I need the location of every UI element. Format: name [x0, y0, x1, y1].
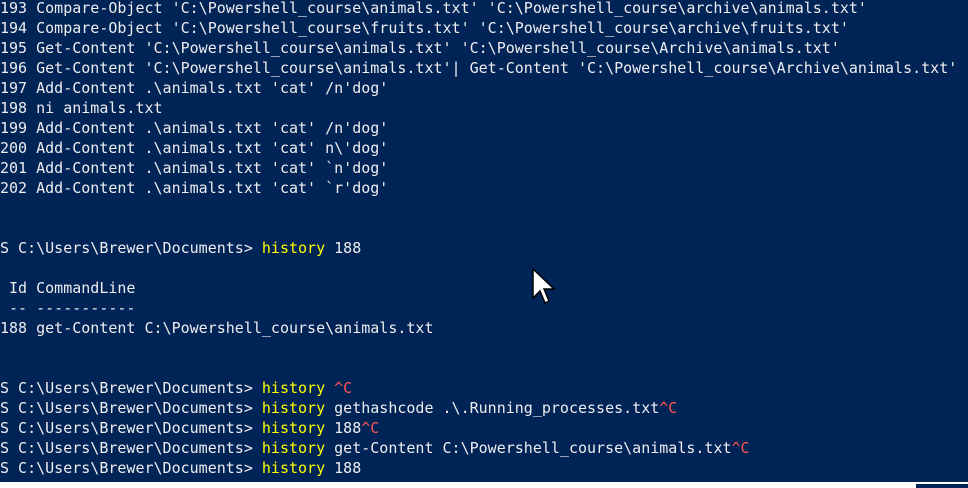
history-line-197: 197 Add-Content .\animals.txt 'cat' /n'd…	[0, 78, 968, 98]
history-line-198: 198 ni animals.txt	[0, 98, 968, 118]
history-id: 200	[0, 139, 28, 157]
history-line-200: 200 Add-Content .\animals.txt 'cat' n\'d…	[0, 138, 968, 158]
command-argument: gethashcode .\.Running_processes.txt	[325, 399, 660, 417]
command-argument: 188	[325, 419, 362, 437]
history-id: 201	[0, 159, 28, 177]
ctrl-c-marker: ^C	[731, 439, 750, 457]
history-command: Add-Content .\animals.txt 'cat' n\'dog'	[36, 139, 389, 157]
history-keyword: history	[261, 459, 326, 477]
history-id: 202	[0, 179, 28, 197]
powershell-console[interactable]: 193 Compare-Object 'C:\Powershell_course…	[0, 0, 968, 488]
table-row: 188 get-Content C:\Powershell_course\ani…	[0, 319, 434, 337]
history-id: 196	[0, 59, 28, 77]
history-line-193: 193 Compare-Object 'C:\Powershell_course…	[0, 0, 968, 18]
ctrl-c-marker: ^C	[334, 379, 353, 397]
command-argument: 188	[325, 239, 362, 257]
prompt-line: S C:\Users\Brewer\Documents> history 188…	[0, 418, 968, 438]
prompt-line: S C:\Users\Brewer\Documents> history ^C	[0, 378, 968, 398]
command-argument: 188	[325, 459, 362, 477]
console-output: 193 Compare-Object 'C:\Powershell_course…	[0, 0, 968, 478]
history-id: 198	[0, 99, 28, 117]
prompt-line: S C:\Users\Brewer\Documents> history 188	[0, 238, 968, 258]
history-id: 193	[0, 0, 28, 17]
history-keyword: history	[261, 399, 326, 417]
history-command: Get-Content 'C:\Powershell_course\animal…	[36, 59, 958, 77]
history-command: Add-Content .\animals.txt 'cat' `n'dog'	[36, 159, 389, 177]
table-header: Id CommandLine	[0, 279, 136, 297]
history-command: Get-Content 'C:\Powershell_course\animal…	[36, 39, 840, 57]
history-command: Add-Content .\animals.txt 'cat' /n'dog'	[36, 119, 389, 137]
history-keyword: history	[261, 439, 326, 457]
arrow-cursor-icon	[532, 268, 556, 305]
command-argument	[325, 379, 334, 397]
prompt-text: S C:\Users\Brewer\Documents>	[0, 399, 262, 417]
history-line-194: 194 Compare-Object 'C:\Powershell_course…	[0, 18, 968, 38]
history-command: ni animals.txt	[36, 99, 163, 117]
history-id: 199	[0, 119, 28, 137]
history-command: Compare-Object 'C:\Powershell_course\ani…	[36, 0, 867, 17]
prompt-text: S C:\Users\Brewer\Documents>	[0, 459, 262, 477]
history-keyword: history	[261, 419, 326, 437]
prompt-text: S C:\Users\Brewer\Documents>	[0, 419, 262, 437]
scrollbar-track-gap	[916, 484, 968, 488]
prompt-text: S C:\Users\Brewer\Documents>	[0, 379, 262, 397]
prompt-text: S C:\Users\Brewer\Documents>	[0, 239, 262, 257]
ctrl-c-marker: ^C	[361, 419, 380, 437]
history-command: Compare-Object 'C:\Powershell_course\fru…	[36, 19, 849, 37]
horizontal-scrollbar[interactable]	[0, 482, 968, 488]
history-command: Add-Content .\animals.txt 'cat' /n'dog'	[36, 79, 389, 97]
prompt-line: S C:\Users\Brewer\Documents> history get…	[0, 438, 968, 458]
history-line-199: 199 Add-Content .\animals.txt 'cat' /n'd…	[0, 118, 968, 138]
table-divider: -- -----------	[0, 299, 136, 317]
history-id: 194	[0, 19, 28, 37]
history-keyword: history	[261, 379, 326, 397]
prompt-text: S C:\Users\Brewer\Documents>	[0, 439, 262, 457]
history-command: Add-Content .\animals.txt 'cat' `r'dog'	[36, 179, 389, 197]
prompt-line: S C:\Users\Brewer\Documents> history get…	[0, 398, 968, 418]
history-line-195: 195 Get-Content 'C:\Powershell_course\an…	[0, 38, 968, 58]
history-line-196: 196 Get-Content 'C:\Powershell_course\an…	[0, 58, 968, 78]
ctrl-c-marker: ^C	[659, 399, 678, 417]
history-keyword: history	[261, 239, 326, 257]
history-id: 195	[0, 39, 28, 57]
current-prompt-line[interactable]: S C:\Users\Brewer\Documents> history 188	[0, 458, 968, 478]
history-line-202: 202 Add-Content .\animals.txt 'cat' `r'd…	[0, 178, 968, 198]
history-id: 197	[0, 79, 28, 97]
command-argument: get-Content C:\Powershell_course\animals…	[325, 439, 732, 457]
history-line-201: 201 Add-Content .\animals.txt 'cat' `n'd…	[0, 158, 968, 178]
